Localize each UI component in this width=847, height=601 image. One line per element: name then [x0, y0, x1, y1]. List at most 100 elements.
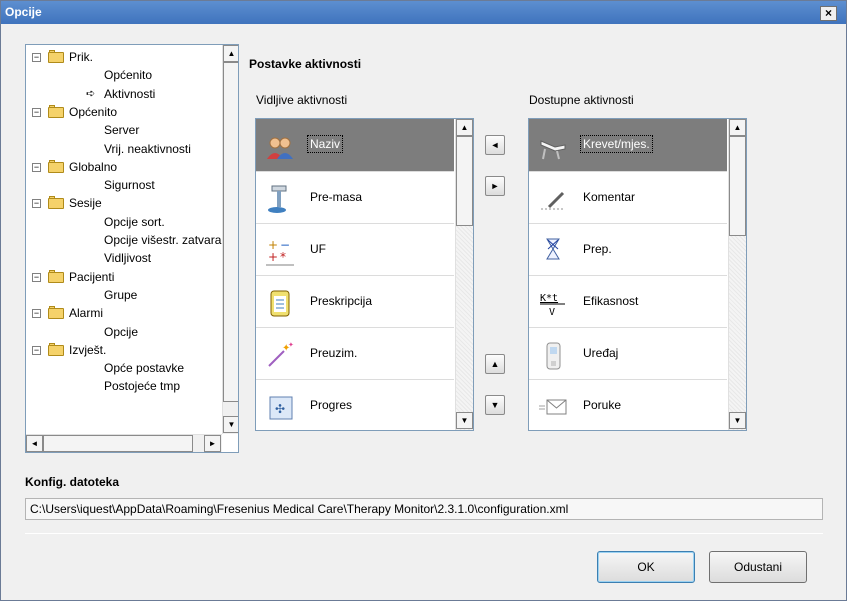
move-to-visible-button[interactable]: ►: [485, 176, 505, 196]
tree-node-group[interactable]: − Prik.: [26, 47, 222, 67]
window-title: Opcije: [5, 5, 42, 19]
cancel-button[interactable]: Odustani: [709, 551, 807, 583]
activity-list-item[interactable]: ✣ Progres: [256, 379, 454, 430]
tree-node-group[interactable]: − Sesije: [26, 193, 222, 213]
tree-node-label: Alarmi: [69, 306, 104, 321]
scroll-down-icon: ▼: [227, 420, 236, 429]
collapse-icon[interactable]: −: [32, 107, 41, 117]
folder-open-icon: [48, 269, 64, 283]
svg-text:✣: ✣: [275, 402, 285, 416]
activity-list-item[interactable]: Preskripcija: [256, 275, 454, 328]
activity-list-item[interactable]: Uređaj: [529, 327, 727, 380]
scale-icon: [264, 183, 296, 215]
collapse-icon[interactable]: −: [32, 53, 41, 62]
tree-node-label: Opcije višestr. zatvaranja: [104, 233, 222, 247]
tree-node-item[interactable]: Postojeće tmp: [26, 376, 222, 396]
activity-list-item[interactable]: Prep.: [529, 223, 727, 276]
visible-activities-list[interactable]: Naziv Pre-masa + − + * UF Preskripcija ✦ ✦ Preuzim…: [255, 118, 474, 431]
tree-node-group[interactable]: − Pacijenti: [26, 267, 222, 287]
move-to-available-button[interactable]: ◄: [485, 135, 505, 155]
visible-scroll-thumb[interactable]: [456, 136, 473, 226]
activity-label: Preuzim.: [310, 346, 358, 360]
separator: [25, 533, 823, 534]
activity-label: Progres: [310, 398, 353, 412]
tree-node-label: Općenito: [69, 104, 118, 119]
tree-node-label: Pacijenti: [69, 269, 115, 284]
tree-node-item[interactable]: Vidljivost: [26, 248, 222, 268]
tree-node-group[interactable]: − Izvješt.: [26, 340, 222, 360]
available-scroll-down-button[interactable]: ▼: [729, 412, 746, 429]
people-icon: [264, 131, 296, 163]
tree-node-item[interactable]: Opće postavke: [26, 358, 222, 378]
tree-node-item[interactable]: Opcije sort.: [26, 212, 222, 232]
tree-node-label: Server: [104, 123, 140, 138]
tree-node-group[interactable]: − Alarmi: [26, 303, 222, 323]
tree-node-label: Prik.: [69, 50, 93, 64]
tree-scroll-up-button[interactable]: ▲: [223, 45, 238, 62]
hourglass-icon: [537, 235, 569, 267]
close-button[interactable]: ×: [820, 6, 837, 21]
scroll-up-icon: ▲: [227, 49, 236, 58]
tree-scroll-down-button[interactable]: ▼: [223, 416, 238, 433]
tree-node-item[interactable]: ➪ Aktivnosti: [26, 84, 222, 104]
tree-scroll-thumb[interactable]: [223, 62, 238, 402]
activity-list-item[interactable]: Naziv: [256, 119, 454, 172]
title-bar: Opcije ×: [1, 1, 846, 24]
tree-horizontal-scrollbar[interactable]: ◄ ►: [26, 434, 222, 452]
tree-node-group[interactable]: − Globalno: [26, 157, 222, 177]
visible-scroll-down-button[interactable]: ▼: [456, 412, 473, 429]
arrow-down-icon: ▼: [490, 400, 500, 410]
visible-list-scrollbar[interactable]: ▲ ▼: [455, 119, 473, 430]
tree-content: − Prik. Općenito ➪ Aktivnosti − Općenito Server…: [26, 45, 222, 434]
magic-wand-icon: ✦ ✦: [264, 339, 296, 371]
tree-node-item[interactable]: Opcije: [26, 322, 222, 342]
available-scroll-up-button[interactable]: ▲: [729, 119, 746, 136]
move-up-button[interactable]: ▲: [485, 354, 505, 374]
tree-node-item[interactable]: Grupe: [26, 285, 222, 305]
activity-list-item[interactable]: Poruke: [529, 379, 727, 430]
move-down-button[interactable]: ▼: [485, 395, 505, 415]
tree-node-group[interactable]: − Općenito: [26, 102, 222, 122]
tree-vertical-scrollbar[interactable]: ▲ ▼: [222, 45, 238, 434]
activity-label: Uređaj: [583, 346, 619, 360]
uf-icon: + − + *: [264, 235, 296, 267]
svg-text:✦: ✦: [288, 341, 294, 349]
activity-list-item[interactable]: Pre-masa: [256, 171, 454, 224]
tree-node-label: Vidljivost: [104, 251, 152, 266]
tree-node-label: Opće postavke: [104, 361, 185, 376]
tree-node-item[interactable]: Opcije višestr. zatvaranja: [26, 230, 222, 250]
tree-hscroll-thumb[interactable]: [43, 435, 193, 452]
activity-label: Prep.: [583, 242, 612, 256]
collapse-icon[interactable]: −: [32, 309, 41, 319]
current-arrow-icon: ➪: [86, 87, 96, 100]
tree-scroll-right-button[interactable]: ►: [204, 435, 221, 452]
available-list-scrollbar[interactable]: ▲ ▼: [728, 119, 746, 430]
close-icon: ×: [824, 6, 832, 20]
activity-list-item[interactable]: Krevet/mjes.: [529, 119, 727, 172]
collapse-icon[interactable]: −: [32, 199, 41, 209]
tree-node-item[interactable]: Vrij. neaktivnosti: [26, 139, 222, 159]
collapse-icon[interactable]: −: [32, 345, 41, 355]
tree-node-label: Globalno: [69, 159, 118, 174]
activity-list-item[interactable]: + − + * UF: [256, 223, 454, 276]
settings-tree[interactable]: − Prik. Općenito ➪ Aktivnosti − Općenito Server…: [25, 44, 239, 453]
visible-scroll-up-button[interactable]: ▲: [456, 119, 473, 136]
collapse-icon[interactable]: −: [32, 162, 41, 172]
folder-open-icon: [48, 159, 64, 173]
tree-node-label: Sigurnost: [104, 178, 155, 193]
activity-list-item[interactable]: ✦ ✦ Preuzim.: [256, 327, 454, 380]
activity-label: Naziv: [306, 135, 344, 153]
ok-button[interactable]: OK: [597, 551, 695, 583]
tree-node-item[interactable]: Sigurnost: [26, 175, 222, 195]
tree-node-item[interactable]: Server: [26, 120, 222, 140]
activity-list-item[interactable]: Komentar: [529, 171, 727, 224]
tree-node-label: Izvješt.: [69, 342, 107, 357]
available-activities-list[interactable]: Krevet/mjes. Komentar Prep. K*t V Efikasnost U…: [528, 118, 747, 431]
machine-icon: [537, 339, 569, 371]
config-path-field[interactable]: C:\Users\iquest\AppData\Roaming\Freseniu…: [25, 498, 823, 520]
collapse-icon[interactable]: −: [32, 272, 41, 282]
activity-list-item[interactable]: K*t V Efikasnost: [529, 275, 727, 328]
tree-scroll-left-button[interactable]: ◄: [26, 435, 43, 452]
available-scroll-thumb[interactable]: [729, 136, 746, 236]
tree-node-item[interactable]: Općenito: [26, 65, 222, 85]
